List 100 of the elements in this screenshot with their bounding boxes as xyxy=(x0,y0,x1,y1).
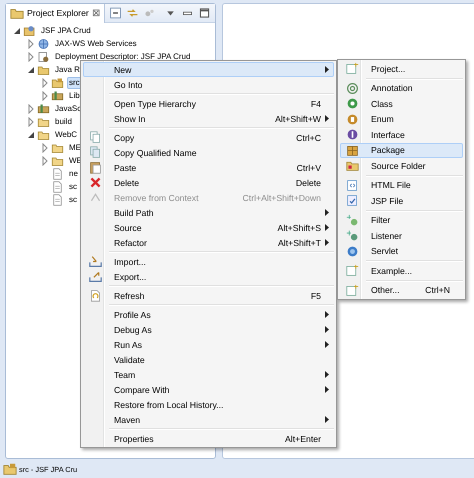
package-folder-icon xyxy=(51,76,64,88)
library-icon xyxy=(51,90,64,102)
interface-icon xyxy=(346,128,358,142)
collapsed-arrow-icon[interactable] xyxy=(40,78,50,88)
expanded-arrow-icon[interactable] xyxy=(26,130,36,140)
menu-item[interactable]: Export... xyxy=(83,269,334,284)
menu-item[interactable]: Paste Ctrl+V xyxy=(83,160,334,175)
menu-item: Remove from Context Ctrl+Alt+Shift+Down xyxy=(83,190,334,205)
folder-icon xyxy=(51,154,64,166)
menu-item[interactable]: Package xyxy=(340,142,463,158)
collapsed-arrow-icon[interactable] xyxy=(40,156,50,166)
menu-item[interactable]: Open Type Hierarchy F4 xyxy=(83,96,334,111)
project-icon xyxy=(23,24,36,36)
menu-item[interactable]: Copy Ctrl+C xyxy=(83,130,334,145)
refresh-icon xyxy=(88,289,102,302)
folder-icon xyxy=(51,142,64,154)
collapsed-arrow-icon[interactable] xyxy=(26,104,36,114)
collapsed-arrow-icon[interactable] xyxy=(40,142,50,152)
menu-item[interactable]: Copy Qualified Name xyxy=(83,145,334,160)
class-icon xyxy=(346,97,358,110)
menu-item[interactable]: Run As xyxy=(83,337,334,352)
package-folder-icon xyxy=(3,462,17,476)
menu-item[interactable]: Build Path xyxy=(83,205,334,220)
folder-icon xyxy=(37,116,50,128)
filter-icon xyxy=(346,214,358,227)
menu-item[interactable]: Import... xyxy=(83,254,334,269)
menu-item[interactable]: Team xyxy=(83,367,334,382)
menu-item[interactable]: Other... Ctrl+N xyxy=(340,282,463,298)
import-icon xyxy=(88,255,102,268)
menu-item[interactable]: Servlet xyxy=(340,244,463,259)
tree-item[interactable]: JSF JPA Crud xyxy=(39,24,93,36)
tree-item[interactable]: sc xyxy=(67,180,79,192)
tree-item[interactable]: WebC xyxy=(53,128,80,140)
menu-item[interactable]: Annotation xyxy=(340,80,463,96)
menu-item[interactable]: Example... xyxy=(340,263,463,278)
menu-item[interactable]: Project... xyxy=(340,61,463,76)
menu-item[interactable]: Source Alt+Shift+S xyxy=(83,220,334,235)
tree-item[interactable]: sc xyxy=(67,194,79,206)
tree-item[interactable]: Lib xyxy=(67,90,82,102)
maximize-icon[interactable] xyxy=(198,6,211,20)
menu-item[interactable]: Go Into xyxy=(83,77,334,92)
source-folder-icon xyxy=(346,159,358,172)
new-project-icon xyxy=(346,62,358,76)
copy-icon xyxy=(88,146,102,159)
menu-item[interactable]: JSP File xyxy=(340,193,463,208)
menu-item[interactable]: Restore from Local History... xyxy=(83,397,334,412)
library-icon xyxy=(37,102,50,114)
tree-item[interactable]: Deployment Descriptor: JSF JPA Crud xyxy=(53,50,192,62)
menu-item[interactable]: Delete Delete xyxy=(83,175,334,190)
html-file-icon xyxy=(346,178,358,192)
file-icon xyxy=(51,168,64,180)
folder-icon xyxy=(10,6,24,20)
globe-icon xyxy=(37,38,50,50)
tree-item[interactable]: JavaSc xyxy=(53,102,84,114)
clipboard-icon xyxy=(88,161,102,174)
menu-item[interactable]: Filter xyxy=(340,212,463,228)
tree-item[interactable]: JAX-WS Web Services xyxy=(53,38,139,50)
export-icon xyxy=(88,270,102,283)
menu-item[interactable]: Debug As xyxy=(83,322,334,337)
new-file-icon xyxy=(346,284,358,297)
listener-icon xyxy=(346,229,358,242)
tree-item[interactable]: ne xyxy=(67,168,80,180)
remove-icon xyxy=(88,191,102,204)
tree-item[interactable]: build xyxy=(53,116,74,128)
collapsed-arrow-icon[interactable] xyxy=(40,90,50,100)
menu-item[interactable]: Show In Alt+Shift+W xyxy=(83,111,334,126)
menu-item[interactable]: Refactor Alt+Shift+T xyxy=(83,235,334,250)
menu-item[interactable]: HTML File xyxy=(340,178,463,193)
menu-item[interactable]: Maven xyxy=(83,412,334,427)
package-icon xyxy=(346,144,358,157)
menu-item[interactable]: Source Folder xyxy=(340,158,463,174)
menu-item[interactable]: Refresh F5 xyxy=(83,288,334,303)
menu-item[interactable]: Validate xyxy=(83,352,334,367)
project-explorer-tab[interactable]: Project Explorer ⊠ xyxy=(6,4,105,22)
menu-item[interactable]: Properties Alt+Enter xyxy=(83,431,334,446)
servlet-icon xyxy=(346,244,358,258)
menu-item[interactable]: Enum xyxy=(340,112,463,127)
enum-icon xyxy=(346,112,358,126)
expanded-arrow-icon[interactable] xyxy=(12,26,22,36)
menu-item[interactable]: Interface xyxy=(340,127,463,142)
menu-item[interactable]: New xyxy=(83,62,334,77)
close-button[interactable]: ⊠ xyxy=(92,7,100,19)
tree-item[interactable]: ME xyxy=(67,142,83,154)
collapsed-arrow-icon[interactable] xyxy=(26,38,36,48)
descriptor-icon xyxy=(37,50,50,62)
folder-icon xyxy=(37,64,50,76)
new-file-icon xyxy=(346,264,358,278)
file-icon xyxy=(51,194,64,206)
menu-item[interactable]: Compare With xyxy=(83,382,334,397)
delete-icon xyxy=(88,176,102,189)
collapse-all-icon[interactable] xyxy=(108,6,122,20)
menu-item[interactable]: Class xyxy=(340,96,463,112)
annotation-icon xyxy=(346,82,358,95)
file-icon xyxy=(51,180,64,192)
menu-item[interactable]: Profile As xyxy=(83,307,334,322)
expanded-arrow-icon[interactable] xyxy=(26,64,36,74)
folder-icon xyxy=(37,128,50,140)
tree-item[interactable]: Java R xyxy=(53,64,82,76)
jsp-file-icon xyxy=(346,194,358,208)
menu-item[interactable]: Listener xyxy=(340,228,463,244)
